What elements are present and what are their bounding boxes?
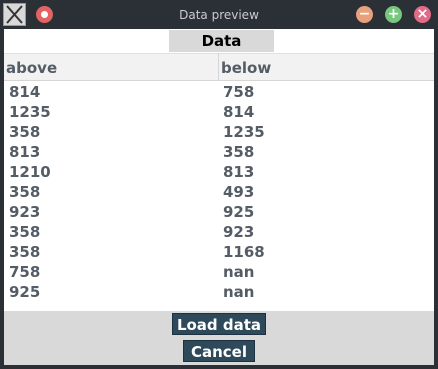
column-above: 814 1235 358 813 1210 358 923 358 358 75… [9,82,209,302]
table-cell: 758 [223,83,255,101]
data-preview-window: Data preview − + × Data Preview above be… [0,0,438,369]
table-cell: 358 [9,123,41,141]
cancel-button[interactable]: Cancel [183,340,255,362]
table-cell: 358 [9,183,41,201]
close-icon[interactable]: × [414,6,431,23]
table-cell: 923 [223,223,255,241]
table-cell: 358 [223,143,255,161]
minimize-icon[interactable]: − [356,6,373,23]
load-data-button[interactable]: Load data [172,313,266,335]
table-cell: 813 [223,163,255,181]
data-preview-heading: Data Preview [169,30,274,72]
column-header-below[interactable]: below [219,53,434,81]
table-cell: 1168 [223,243,265,261]
table-cell: 923 [9,203,41,221]
table-cell: nan [223,283,255,301]
table-cell: 814 [9,83,41,101]
maximize-icon[interactable]: + [385,6,402,23]
table-cell: 925 [9,283,41,301]
client-area: Data Preview above below 814 1235 358 81… [4,29,434,365]
table-cell: 813 [9,143,41,161]
table-cell: 358 [9,223,41,241]
column-header-above[interactable]: above [4,53,219,81]
table-cell: 814 [223,103,255,121]
table-cell: 1210 [9,163,51,181]
preview-table[interactable]: above below 814 1235 358 813 1210 358 92… [4,53,434,311]
table-cell: 1235 [223,123,265,141]
table-cell: 1235 [9,103,51,121]
table-cell: 358 [9,243,41,261]
table-cell: nan [223,263,255,281]
table-cell: 758 [9,263,41,281]
table-cell: 493 [223,183,255,201]
column-below: 758 814 1235 358 813 493 925 923 1168 na… [223,82,423,302]
title-bar: Data preview − + × [0,0,438,29]
table-cell: 925 [223,203,255,221]
button-panel: Load data Cancel [4,311,434,365]
